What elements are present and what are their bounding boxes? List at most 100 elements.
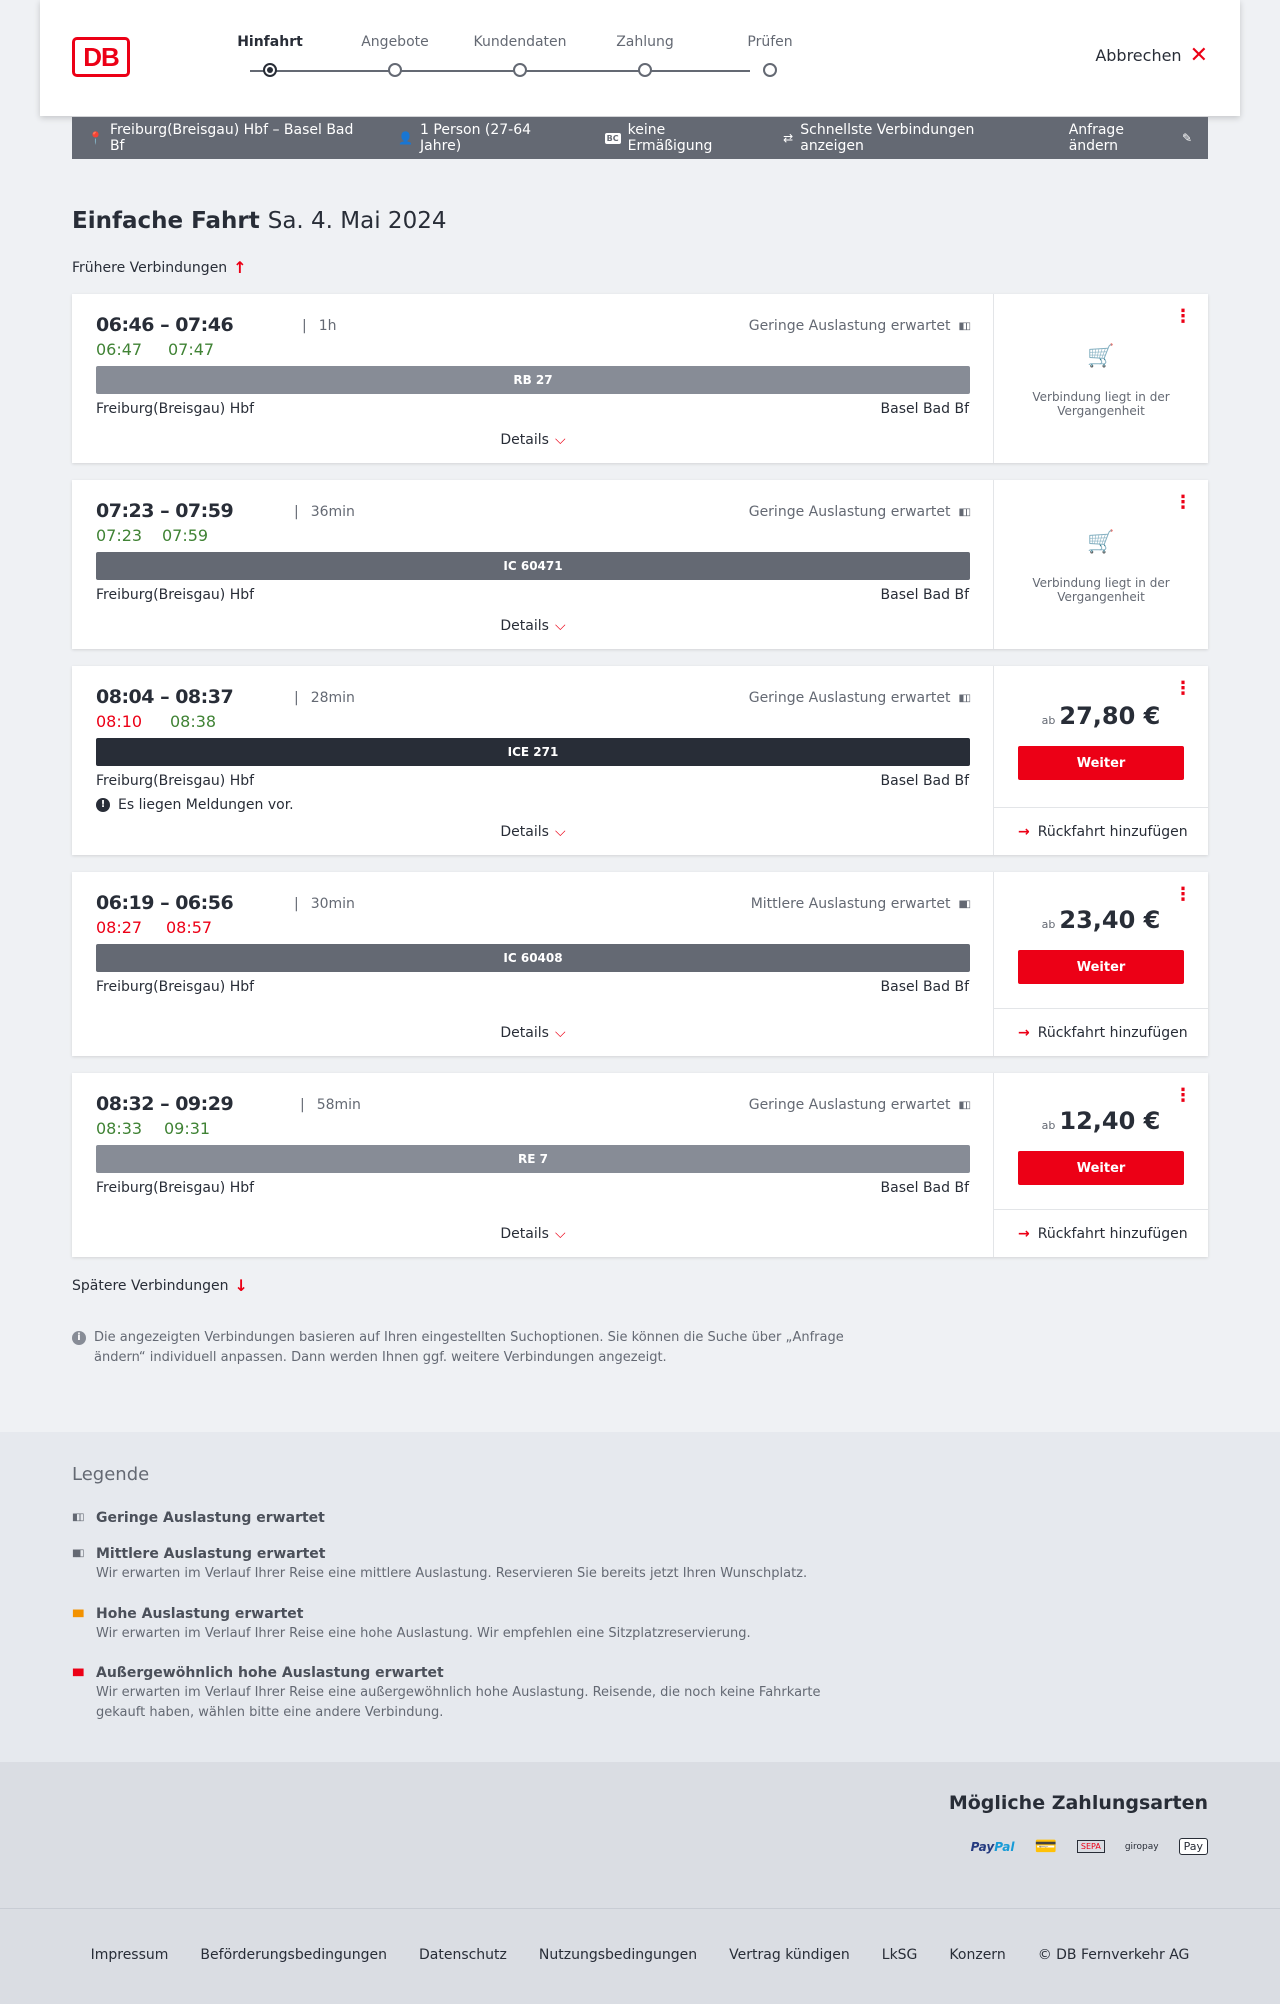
offer-panel: ⋮ ab 12,40 € Weiter → Rückfahrt hinzufüge… [994,1073,1208,1257]
price: ab 12,40 € [994,1107,1208,1135]
later-connections-link[interactable]: Spätere Verbindungen ↓ [72,1276,248,1295]
header: DB Hinfahrt Angebote Kundendaten Zahlung… [40,0,1240,116]
location-pin-icon: 📍 [88,131,103,145]
legend-label: Mittlere Auslastung erwartet [96,1546,326,1562]
add-return-button[interactable]: → Rückfahrt hinzufügen [994,1008,1208,1056]
occupancy-info: Geringe Auslastung erwartet ▮▯▯ [748,1097,971,1113]
realtime-arrival: 08:38 [170,712,217,731]
close-icon: ✕ [1189,42,1208,68]
footer-link-vertrag-kuendigen[interactable]: Vertrag kündigen [729,1947,850,1963]
footer-link-nutzungsbedingungen[interactable]: Nutzungsbedingungen [539,1947,697,1963]
details-toggle[interactable]: Details ⌵ [72,432,994,448]
add-return-button[interactable]: → Rückfahrt hinzufügen [994,807,1208,855]
disruption-message: ! Es liegen Meldungen vor. [96,797,294,813]
discount-summary: BC keine Ermäßigung [604,122,752,154]
add-return-label: Rückfahrt hinzufügen [1037,823,1188,840]
chevron-down-icon: ⌵ [554,1025,566,1041]
details-toggle[interactable]: Details ⌵ [72,618,994,634]
departure-station: Freiburg(Breisgau) Hbf [96,979,255,995]
legend-item: ▮▮▮ Außergewöhnlich hohe Auslastung erwar… [72,1663,872,1723]
details-toggle[interactable]: Details ⌵ [72,1226,994,1242]
continue-button[interactable]: Weiter [1018,950,1184,984]
occupancy-text: Geringe Auslastung erwartet [748,690,951,706]
continue-button[interactable]: Weiter [1018,746,1184,780]
step-label: Prüfen [747,34,793,50]
sepa-icon: SEPA [1076,1840,1105,1853]
step-dot [513,63,527,77]
cart-unavailable-icon: 🛒 [1087,344,1115,369]
cancel-button[interactable]: Abbrechen ✕ [1095,42,1208,68]
footer-link-impressum[interactable]: Impressum [91,1947,169,1963]
details-toggle[interactable]: Details ⌵ [72,824,994,840]
step-kundendaten: Kundendaten [460,34,580,77]
swap-arrows-icon: ⇄ [783,131,794,145]
realtime-arrival: 08:57 [166,918,213,937]
occupancy-high-icon: ▮▮▮ [72,1608,85,1619]
details-label: Details [500,432,549,448]
arrival-station: Basel Bad Bf [880,979,969,995]
planned-times: 08:04 – 08:37 [96,686,234,708]
price-value: 12,40 € [1059,1107,1161,1135]
connection-info: 08:04 – 08:37 28min 08:10 08:38 Geringe … [72,666,994,855]
legend-label: Geringe Auslastung erwartet [96,1510,325,1526]
more-options-icon[interactable]: ⋮ [1174,1087,1192,1105]
footer-link-konzern[interactable]: Konzern [949,1947,1005,1963]
more-options-icon[interactable]: ⋮ [1174,308,1192,326]
giropay-icon: giropay [1124,1841,1159,1852]
db-logo[interactable]: DB [72,37,130,77]
connection-info: 08:32 – 09:29 58min 08:33 09:31 Geringe … [72,1073,994,1257]
chevron-down-icon: ⌵ [554,618,566,634]
persons-text: 1 Person (27-64 Jahre) [420,122,532,154]
arrival-station: Basel Bad Bf [880,773,969,789]
connection-info: 07:23 – 07:59 36min 07:23 07:59 Geringe … [72,480,994,649]
legend-description: Wir erwarten im Verlauf Ihrer Reise eine… [96,1685,821,1720]
realtime-arrival: 07:59 [162,526,209,545]
trip-type: Einfache Fahrt [72,208,260,234]
legend-label: Außergewöhnlich hohe Auslastung erwartet [96,1665,444,1681]
offer-panel: ⋮ 🛒 Verbindung liegt in der Vergangenhei… [994,480,1208,649]
edit-request-button[interactable]: Anfrage ändern ✎ [1069,122,1192,154]
occupancy-low-icon: ▮▯▯ [958,692,970,704]
legend-section: Legende ▮▯▯ Geringe Auslastung erwartet ▮… [0,1432,1280,1762]
footer-link-lksg[interactable]: LkSG [882,1947,918,1963]
details-label: Details [500,824,549,840]
more-options-icon[interactable]: ⋮ [1174,886,1192,904]
add-return-button[interactable]: → Rückfahrt hinzufügen [994,1209,1208,1257]
step-label: Angebote [361,34,429,50]
price: ab 27,80 € [994,702,1208,730]
duration: 30min [294,896,355,912]
occupancy-info: Mittlere Auslastung erwartet ▮▮▯ [751,896,971,912]
train-bar: RB 27 [96,366,970,394]
payment-methods-section: Mögliche Zahlungsarten PayPal 💳 SEPA gir… [0,1762,1280,1908]
credit-card-icon: 💳 [1034,1836,1057,1857]
bahncard-icon: BC [604,132,621,144]
footer-link-datenschutz[interactable]: Datenschutz [419,1947,507,1963]
arrow-right-icon: → [1018,823,1030,840]
paypal-logo-text: Pal [994,1839,1015,1854]
more-options-icon[interactable]: ⋮ [1174,680,1192,698]
fastest-summary: ⇄ Schnellste Verbindungen anzeigen [783,122,1037,154]
realtime-arrival: 09:31 [164,1119,211,1138]
details-toggle[interactable]: Details ⌵ [72,1025,994,1041]
footer-link-befoerderungsbedingungen[interactable]: Beförderungsbedingungen [200,1947,387,1963]
earlier-connections-link[interactable]: Frühere Verbindungen ↑ [72,258,247,277]
occupancy-info: Geringe Auslastung erwartet ▮▯▯ [749,504,971,520]
arrow-right-icon: → [1018,1225,1030,1242]
occupancy-text: Geringe Auslastung erwartet [748,1097,951,1113]
chevron-down-icon: ⌵ [554,1226,566,1242]
step-label: Hinfahrt [237,34,303,50]
alert-icon: ! [96,798,110,812]
info-icon: i [72,1331,86,1345]
message-text: Es liegen Meldungen vor. [118,797,294,813]
pencil-icon: ✎ [1181,131,1192,145]
details-label: Details [500,1226,549,1242]
occupancy-low-icon: ▮▯▯ [958,320,970,332]
planned-times: 06:46 – 07:46 [96,314,234,336]
occupancy-medium-icon: ▮▮▯ [72,1548,85,1559]
footer-copyright: © DB Fernverkehr AG [1037,1947,1190,1963]
cancel-label: Abbrechen [1095,46,1182,65]
continue-button[interactable]: Weiter [1018,1151,1184,1185]
more-options-icon[interactable]: ⋮ [1174,494,1192,512]
earlier-label: Frühere Verbindungen [72,259,228,276]
duration: 28min [294,690,355,706]
